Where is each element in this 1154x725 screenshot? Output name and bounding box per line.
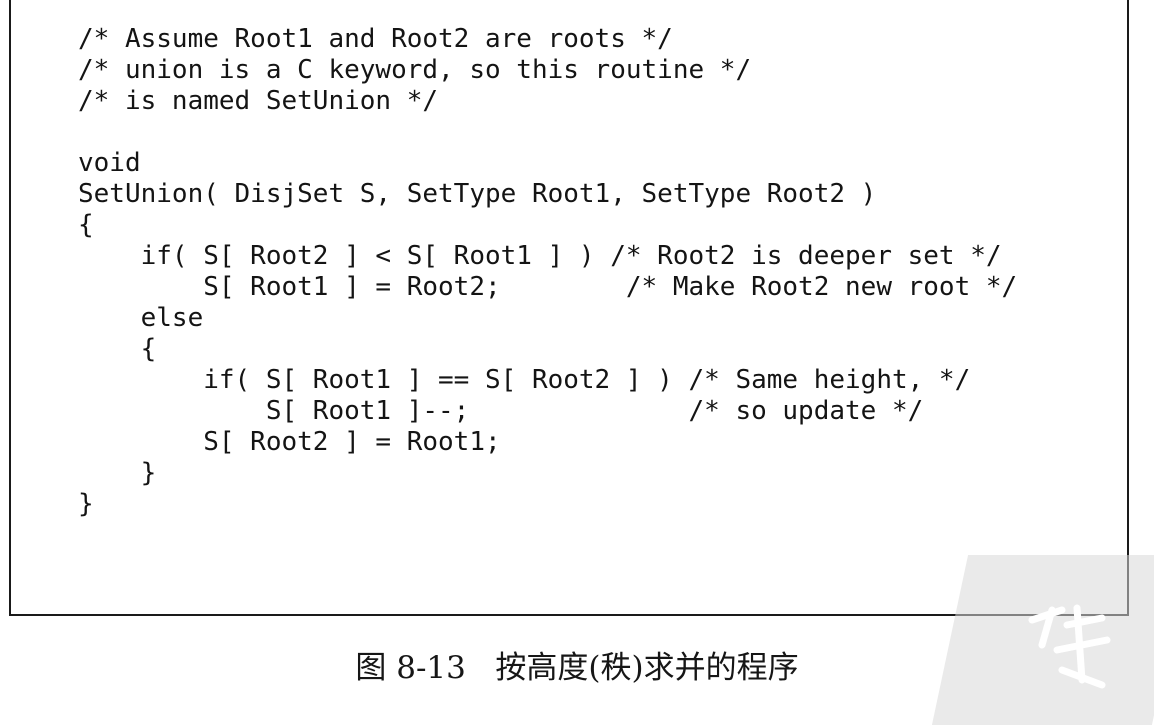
code-line-return-type: void	[78, 148, 141, 178]
code-line-comment-2: /* union is a C keyword, so this routine…	[78, 55, 752, 85]
code-line-if-deeper: if( S[ Root2 ] < S[ Root1 ] ) /* Root2 i…	[78, 241, 1002, 271]
code-line-assign-root2: S[ Root1 ] = Root2; /* Make Root2 new ro…	[78, 272, 1018, 302]
code-line-else: else	[78, 303, 204, 333]
code-line-decrement: S[ Root1 ]--; /* so update */	[78, 396, 924, 426]
figure-caption: 图 8-13 按高度(秩)求并的程序	[355, 650, 799, 686]
code-line-open-brace: {	[78, 210, 94, 240]
code-listing: /* Assume Root1 and Root2 are roots *//*…	[78, 24, 1017, 520]
code-line-comment-3: /* is named SetUnion */	[78, 86, 439, 116]
code-line-assign-root1: S[ Root2 ] = Root1;	[78, 427, 501, 457]
code-line-signature: SetUnion( DisjSet S, SetType Root1, SetT…	[78, 179, 877, 209]
code-frame: /* Assume Root1 and Root2 are roots *//*…	[9, 0, 1129, 616]
code-line-comment-1: /* Assume Root1 and Root2 are roots */	[78, 24, 673, 54]
code-line-close-brace: }	[78, 489, 94, 519]
code-line-else-open-brace: {	[78, 334, 157, 364]
code-line-if-same-height: if( S[ Root1 ] == S[ Root2 ] ) /* Same h…	[78, 365, 971, 395]
code-line-else-close-brace: }	[78, 458, 157, 488]
